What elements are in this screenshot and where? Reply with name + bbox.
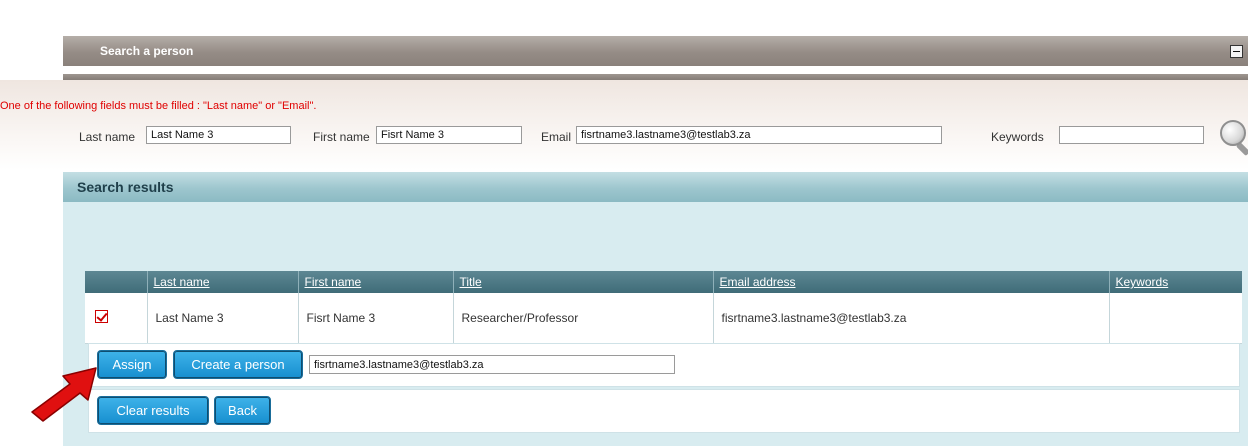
cell-title: Researcher/Professor xyxy=(452,293,713,344)
assign-email-input[interactable] xyxy=(309,355,675,374)
results-action-row: Clear results Back xyxy=(88,389,1240,433)
results-table-header: Last name First name Title Email address… xyxy=(85,271,1242,293)
column-header-select xyxy=(85,271,147,293)
required-fields-warning: One of the following fields must be fill… xyxy=(0,100,317,112)
search-results-title: Search results xyxy=(77,179,174,195)
cell-email: fisrtname3.lastname3@testlab3.za xyxy=(712,293,1109,344)
row-select-checkbox[interactable] xyxy=(95,309,108,323)
last-name-input[interactable] xyxy=(146,126,291,144)
keywords-input[interactable] xyxy=(1059,126,1204,144)
first-name-input[interactable] xyxy=(376,126,522,144)
assign-action-row: Assign Create a person xyxy=(88,343,1240,387)
red-arrow-icon xyxy=(31,367,97,422)
back-button[interactable]: Back xyxy=(214,396,271,425)
search-panel-title: Search a person xyxy=(100,44,194,58)
keywords-label: Keywords xyxy=(991,130,1044,144)
search-results-header: Search results xyxy=(63,172,1248,202)
results-table: Last name First name Title Email address… xyxy=(85,271,1242,344)
clear-results-button[interactable]: Clear results xyxy=(97,396,209,425)
first-name-label: First name xyxy=(313,130,370,144)
collapse-icon[interactable] xyxy=(1230,45,1243,58)
create-person-button[interactable]: Create a person xyxy=(173,350,303,379)
search-panel-header: Search a person xyxy=(63,36,1248,66)
table-row: Last Name 3 Fisrt Name 3 Researcher/Prof… xyxy=(85,293,1242,344)
email-input[interactable] xyxy=(576,126,942,144)
column-header-first-name[interactable]: First name xyxy=(297,271,453,293)
column-header-keywords[interactable]: Keywords xyxy=(1108,271,1242,293)
page: Search a person One of the following fie… xyxy=(0,0,1248,446)
search-panel-body xyxy=(0,80,1248,170)
email-label: Email xyxy=(541,130,572,144)
search-icon[interactable] xyxy=(1218,118,1248,156)
assign-button[interactable]: Assign xyxy=(97,350,167,379)
cell-last-name: Last Name 3 xyxy=(146,293,298,344)
column-header-email[interactable]: Email address xyxy=(712,271,1109,293)
row-select-cell xyxy=(85,293,147,344)
column-header-title[interactable]: Title xyxy=(452,271,713,293)
last-name-label: Last name xyxy=(79,130,136,144)
cell-first-name: Fisrt Name 3 xyxy=(297,293,453,344)
cell-keywords xyxy=(1108,293,1242,344)
column-header-last-name[interactable]: Last name xyxy=(146,271,298,293)
